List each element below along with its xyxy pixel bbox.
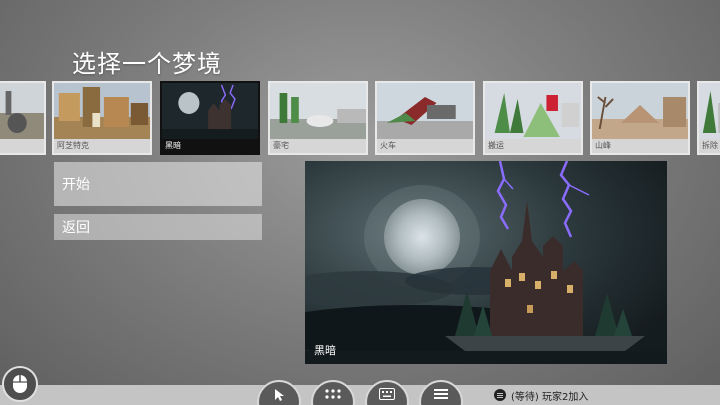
keyboard-icon xyxy=(379,388,395,400)
level-card-dark[interactable]: 黑暗 xyxy=(160,81,260,155)
level-thumbnail xyxy=(377,83,473,139)
player-status-text: (等待) 玩家2加入 xyxy=(511,391,589,403)
level-thumbnail xyxy=(592,83,688,139)
level-label: 拆除 xyxy=(702,141,718,150)
level-card-partial[interactable] xyxy=(0,81,46,155)
menu-icon xyxy=(434,389,448,399)
level-strip[interactable]: 阿芝特克 黑暗 豪宅 火车 搬运 山峰 拆除 xyxy=(0,81,720,155)
level-thumbnail xyxy=(0,83,44,139)
level-thumbnail xyxy=(485,83,581,139)
menu-button[interactable] xyxy=(419,380,463,405)
cursor-icon xyxy=(275,389,284,401)
back-button[interactable]: 返回 xyxy=(54,214,262,240)
level-label: 阿芝特克 xyxy=(57,141,89,150)
level-thumbnail xyxy=(162,83,258,139)
player-status: (等待) 玩家2加入 xyxy=(494,388,589,403)
mouse-button[interactable] xyxy=(2,366,38,402)
controller-icon xyxy=(494,389,506,401)
keypad-button[interactable] xyxy=(311,380,355,405)
level-label: 黑暗 xyxy=(165,141,181,150)
keyboard-button[interactable] xyxy=(365,380,409,405)
level-preview: 黑暗 xyxy=(305,161,667,364)
bottom-bar xyxy=(0,385,720,405)
cursor-button[interactable] xyxy=(257,380,301,405)
level-label: 搬运 xyxy=(488,141,504,150)
level-card-mountain[interactable]: 山峰 xyxy=(590,81,690,155)
level-preview-image xyxy=(305,161,667,364)
level-card-train[interactable]: 火车 xyxy=(375,81,475,155)
page-title: 选择一个梦境 xyxy=(72,50,222,78)
mouse-icon xyxy=(13,375,27,393)
keypad-icon xyxy=(325,389,341,399)
level-label: 火车 xyxy=(380,141,396,150)
level-thumbnail xyxy=(54,83,150,139)
level-card-mansion[interactable]: 豪宅 xyxy=(268,81,368,155)
level-thumbnail xyxy=(270,83,366,139)
preview-caption: 黑暗 xyxy=(314,344,336,357)
level-label: 山峰 xyxy=(595,141,611,150)
start-button[interactable]: 开始 xyxy=(54,162,262,206)
level-card-carry[interactable]: 搬运 xyxy=(483,81,583,155)
level-label: 豪宅 xyxy=(273,141,289,150)
level-card-demolition[interactable]: 拆除 xyxy=(697,81,720,155)
level-thumbnail xyxy=(699,83,720,139)
level-card-aztec[interactable]: 阿芝特克 xyxy=(52,81,152,155)
